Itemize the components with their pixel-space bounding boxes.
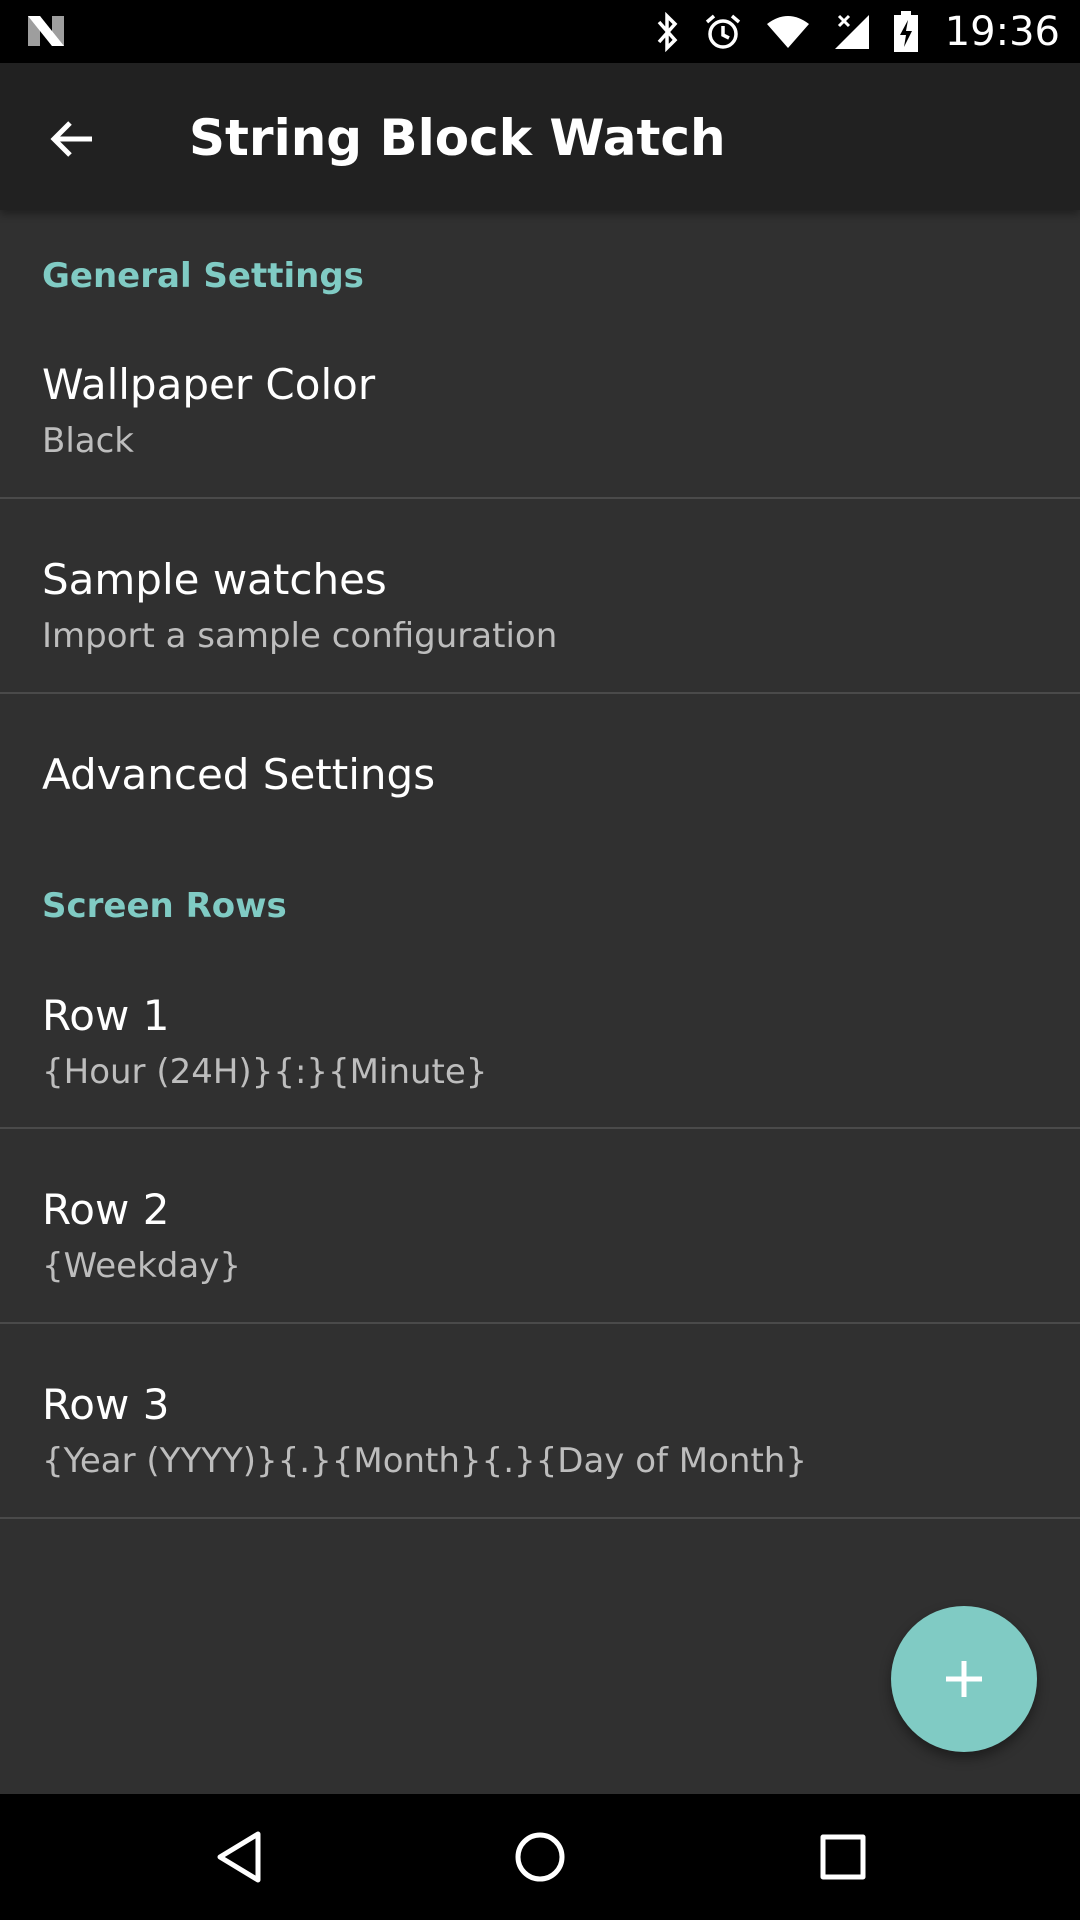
pref-wallpaper-color[interactable]: Wallpaper Color Black (0, 322, 1080, 516)
pref-row-3[interactable]: Row 3 {Year (YYYY)}{.}{Month}{.}{Day of … (0, 1342, 1080, 1536)
recents-square-icon (820, 1834, 866, 1880)
pref-summary: Black (42, 421, 134, 461)
nav-back-button[interactable] (196, 1814, 282, 1900)
pref-summary: {Hour (24H)}{:}{Minute} (42, 1052, 488, 1092)
pref-row-2[interactable]: Row 2 {Weekday} (0, 1147, 1080, 1341)
nav-recents-button[interactable] (800, 1814, 886, 1900)
status-bar: 19:36 (0, 0, 1080, 63)
battery-charging-icon (893, 10, 918, 52)
pref-row-1[interactable]: Row 1 {Hour (24H)}{:}{Minute} (0, 953, 1080, 1147)
pref-summary: {Year (YYYY)}{.}{Month}{.}{Day of Month} (42, 1441, 807, 1481)
navigation-bar (0, 1794, 1080, 1920)
back-button[interactable] (34, 101, 110, 177)
pref-summary: Import a sample configuration (42, 616, 558, 656)
signal-icon (834, 14, 869, 49)
arrow-back-icon (50, 121, 92, 157)
pref-title: Row 2 (42, 1185, 170, 1234)
notification-n-icon (28, 16, 64, 46)
alarm-icon (705, 14, 740, 49)
pref-sample-watches[interactable]: Sample watches Import a sample configura… (0, 517, 1080, 711)
pref-title: Advanced Settings (42, 750, 436, 799)
back-triangle-icon (217, 1831, 261, 1883)
divider (0, 1517, 1080, 1519)
pref-title: Row 1 (42, 991, 170, 1040)
divider (0, 1322, 1080, 1324)
nav-home-button[interactable] (497, 1814, 583, 1900)
app-bar: String Block Watch (0, 63, 1080, 210)
status-time: 19:36 (944, 8, 1060, 55)
settings-list: General Settings Wallpaper Color Black S… (0, 210, 1080, 1794)
home-circle-icon (515, 1832, 565, 1882)
add-icon (946, 1661, 982, 1697)
divider (0, 497, 1080, 499)
section-header-general: General Settings (42, 256, 364, 296)
page-title: String Block Watch (189, 109, 726, 167)
pref-summary: {Weekday} (42, 1246, 241, 1286)
section-header-screen-rows: Screen Rows (42, 886, 287, 926)
pref-title: Row 3 (42, 1380, 170, 1429)
pref-advanced-settings[interactable]: Advanced Settings (0, 712, 1080, 832)
divider (0, 692, 1080, 694)
pref-title: Sample watches (42, 555, 387, 604)
pref-title: Wallpaper Color (42, 360, 376, 409)
wifi-icon (766, 15, 809, 48)
add-row-button[interactable] (891, 1606, 1037, 1752)
divider (0, 1127, 1080, 1129)
bluetooth-icon (657, 11, 678, 52)
